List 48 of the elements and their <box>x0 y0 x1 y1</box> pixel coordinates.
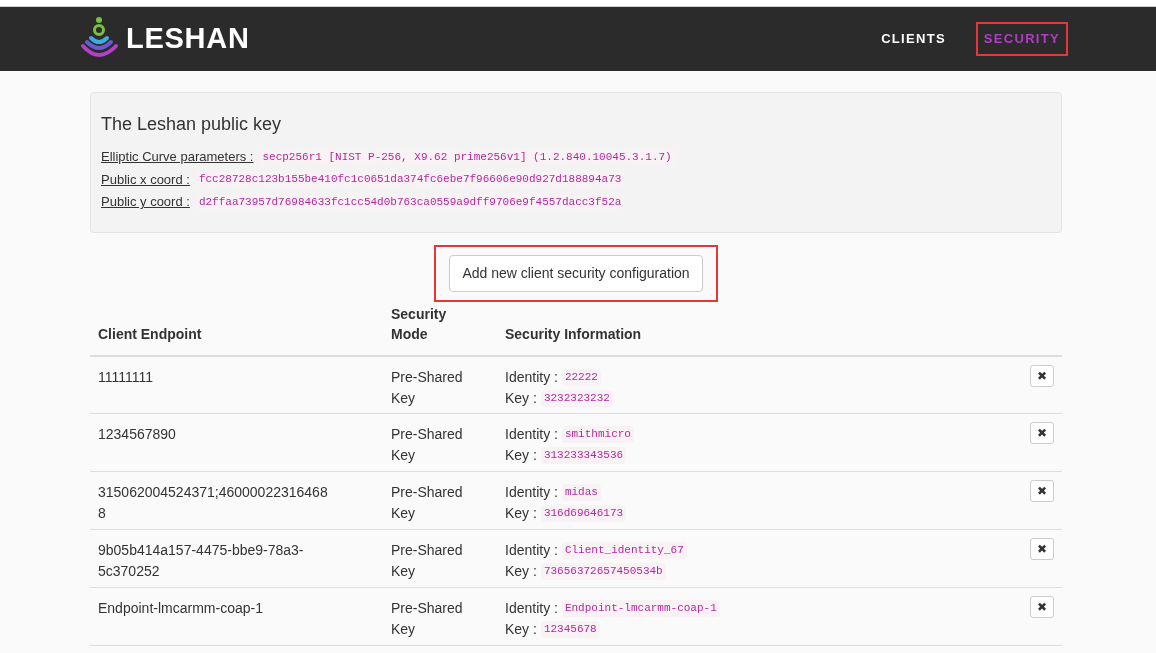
security-mode-text: Pre-Shared Key <box>391 483 464 523</box>
info-label: Key : <box>505 620 537 639</box>
info-label: Identity : <box>505 599 558 618</box>
info-value: 316d69646173 <box>540 505 627 522</box>
delete-button[interactable]: ✖ <box>1030 422 1054 444</box>
info-label: Key : <box>505 504 537 523</box>
security-mode-text: Pre-Shared Key <box>391 541 464 581</box>
info-value: Client_identity_67 <box>561 542 687 559</box>
delete-button[interactable]: ✖ <box>1030 480 1054 502</box>
endpoint-text: 9b05b414a157-4475-bbe9-78a3-5c370252 <box>98 541 305 581</box>
endpoint-text: Endpoint-lmcarmm-coap-1 <box>98 599 263 618</box>
info-label: Identity : <box>505 367 558 387</box>
column-header: Client Endpoint <box>98 325 202 342</box>
field-label: Elliptic Curve parameters : <box>101 148 254 166</box>
info-value: smithmicro <box>561 426 634 443</box>
info-value: 3232323232 <box>540 389 613 407</box>
endpoint-text: 315062004524371;460000223164688 <box>98 483 328 523</box>
column-header: Security Mode <box>391 304 448 344</box>
info-label: Identity : <box>505 483 558 502</box>
panel-title: The Leshan public key <box>101 113 283 136</box>
add-configuration-button[interactable]: Add new client security configuration <box>449 254 703 292</box>
info-label: Identity : <box>505 541 558 560</box>
info-value: 12345678 <box>540 621 600 638</box>
info-value: 313233343536 <box>540 447 627 464</box>
brand-name[interactable]: LESHAN <box>126 17 250 61</box>
security-mode-text: Pre-Shared Key <box>391 367 464 408</box>
field-value: d2ffaa73957d76984633fc1cc54d0b763ca0559a9dff9706e9f4557dacc3f52a <box>195 193 625 210</box>
nav-link[interactable]: CLIENTS <box>873 22 954 56</box>
info-label: Key : <box>505 388 537 408</box>
field-value: fcc28728c123b155be410fc1c0651da374fc6ebe7f96606e90d927d188894a73 <box>195 171 625 188</box>
info-value: 73656372657450534b <box>540 563 666 580</box>
info-value: 22222 <box>561 368 601 386</box>
endpoint-text: 11111111 <box>98 367 153 387</box>
column-header: Security Information <box>505 325 642 342</box>
info-value: midas <box>561 484 601 501</box>
field-label: Public y coord : <box>101 193 190 211</box>
security-mode-text: Pre-Shared Key <box>391 599 464 639</box>
field-value: secp256r1 [NIST P-256, X9.62 prime256v1] (1.2.840.10045.3.1.7) <box>259 148 675 165</box>
security-mode-text: Pre-Shared Key <box>391 425 464 465</box>
delete-button[interactable]: ✖ <box>1030 596 1054 618</box>
info-label: Key : <box>505 446 537 465</box>
info-label: Identity : <box>505 425 558 444</box>
field-label: Public x coord : <box>101 170 190 189</box>
endpoint-text: 1234567890 <box>98 425 176 444</box>
info-label: Key : <box>505 562 537 581</box>
delete-button[interactable]: ✖ <box>1030 538 1054 560</box>
info-value: Endpoint-lmcarmm-coap-1 <box>561 600 720 617</box>
delete-button[interactable]: ✖ <box>1030 364 1054 387</box>
